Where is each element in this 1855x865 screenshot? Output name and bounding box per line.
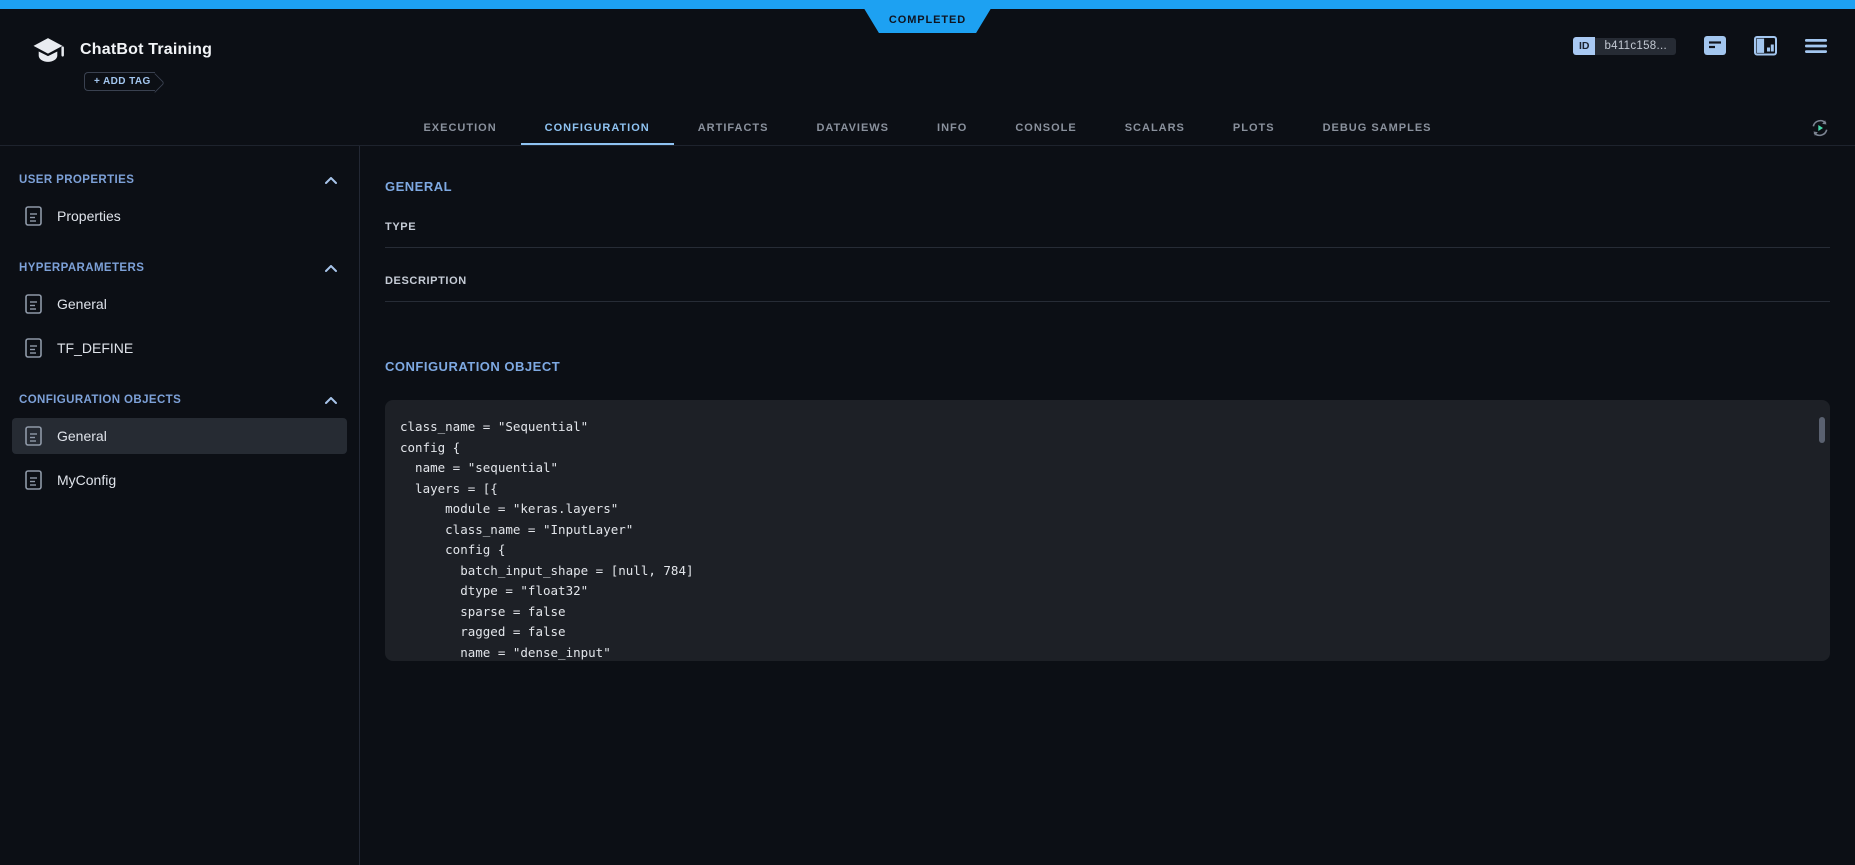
chevron-up-icon (325, 177, 337, 184)
sidebar-item-properties[interactable]: Properties (12, 198, 347, 234)
details-panel-icon[interactable] (1754, 36, 1777, 56)
section-header-hyperparameters[interactable]: HYPERPARAMETERS (0, 260, 359, 276)
tab-artifacts[interactable]: ARTIFACTS (674, 112, 793, 145)
tab-execution[interactable]: EXECUTION (399, 112, 520, 145)
page-title: ChatBot Training (80, 41, 212, 59)
document-icon (25, 206, 42, 226)
type-field: TYPE (385, 221, 1830, 248)
section-header-user-properties[interactable]: USER PROPERTIES (0, 172, 359, 188)
header-actions: ID b411c158... (1573, 36, 1827, 56)
sidebar-item-myconfig[interactable]: MyConfig (12, 462, 347, 498)
configuration-object-title: CONFIGURATION OBJECT (385, 359, 1830, 374)
tab-info[interactable]: INFO (913, 112, 991, 145)
document-icon (25, 470, 42, 490)
status-label: COMPLETED (889, 14, 966, 26)
id-label: ID (1573, 37, 1596, 55)
sidebar-item-tf-define[interactable]: TF_DEFINE (12, 330, 347, 366)
section-user-properties: USER PROPERTIES Properties (0, 172, 359, 234)
section-title: HYPERPARAMETERS (19, 262, 144, 274)
add-tag-button[interactable]: + ADD TAG (84, 72, 155, 91)
section-header-configuration-objects[interactable]: CONFIGURATION OBJECTS (0, 392, 359, 408)
configuration-content: GENERAL TYPE DESCRIPTION CONFIGURATION O… (361, 146, 1855, 865)
sidebar-item-label: General (57, 428, 107, 444)
experiment-id-badge[interactable]: ID b411c158... (1573, 37, 1676, 55)
add-tag-label: + ADD TAG (94, 76, 151, 87)
experiment-detail-page: COMPLETED ChatBot Training + ADD TAG ID … (0, 0, 1855, 865)
tab-debug-samples[interactable]: DEBUG SAMPLES (1299, 112, 1456, 145)
general-section-title: GENERAL (385, 179, 1830, 194)
section-title: USER PROPERTIES (19, 174, 134, 186)
auto-refresh-icon[interactable] (1809, 117, 1831, 144)
document-icon (25, 426, 42, 446)
sidebar-item-label: Properties (57, 208, 121, 224)
description-field-label: DESCRIPTION (385, 275, 1830, 287)
code-scrollbar-thumb[interactable] (1819, 417, 1825, 443)
chevron-up-icon (325, 265, 337, 272)
configuration-sidebar: USER PROPERTIES Properties HYPERPARAMETE… (0, 146, 360, 865)
tab-scalars[interactable]: SCALARS (1101, 112, 1209, 145)
chevron-up-icon (325, 397, 337, 404)
experiment-type-icon (30, 36, 66, 72)
document-icon (25, 294, 42, 314)
configuration-code: class_name = "Sequential" config { name … (385, 400, 1830, 661)
tab-plots[interactable]: PLOTS (1209, 112, 1299, 145)
section-title: CONFIGURATION OBJECTS (19, 394, 181, 406)
notes-icon[interactable] (1704, 36, 1726, 56)
status-ribbon: COMPLETED (859, 0, 996, 33)
configuration-object-viewer[interactable]: class_name = "Sequential" config { name … (385, 400, 1830, 661)
sidebar-item-config-general[interactable]: General (12, 418, 347, 454)
type-field-label: TYPE (385, 221, 1830, 233)
sidebar-item-hyperparams-general[interactable]: General (12, 286, 347, 322)
section-configuration-objects: CONFIGURATION OBJECTS General (0, 392, 359, 498)
description-field: DESCRIPTION (385, 275, 1830, 302)
tab-console[interactable]: CONSOLE (991, 112, 1100, 145)
document-icon (25, 338, 42, 358)
tab-configuration[interactable]: CONFIGURATION (521, 112, 674, 145)
detail-tabs: EXECUTION CONFIGURATION ARTIFACTS DATAVI… (0, 112, 1855, 146)
section-hyperparameters: HYPERPARAMETERS General (0, 260, 359, 366)
sidebar-item-label: MyConfig (57, 472, 116, 488)
sidebar-item-label: General (57, 296, 107, 312)
tab-dataviews[interactable]: DATAVIEWS (792, 112, 913, 145)
menu-icon[interactable] (1805, 38, 1827, 54)
id-value: b411c158... (1595, 38, 1676, 55)
sidebar-item-label: TF_DEFINE (57, 340, 133, 356)
